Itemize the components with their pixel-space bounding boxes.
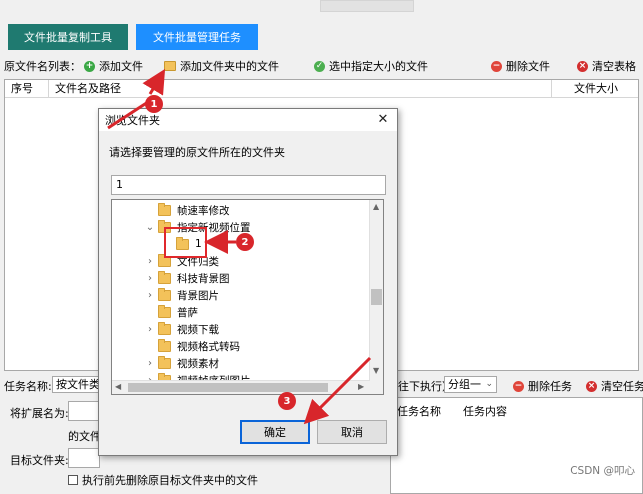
arrow-to-ok xyxy=(303,356,372,425)
watermark: CSDN @叩心 xyxy=(570,465,635,477)
step-badge-2: 2 xyxy=(236,233,254,251)
arrow-to-add-folder xyxy=(107,100,149,130)
step-badge-1: 1 xyxy=(145,95,163,113)
annotation-arrows xyxy=(107,68,372,425)
folder-1-highlight xyxy=(164,227,207,258)
step-badge-3: 3 xyxy=(278,392,296,410)
arrow-head-add-folder xyxy=(142,68,166,96)
